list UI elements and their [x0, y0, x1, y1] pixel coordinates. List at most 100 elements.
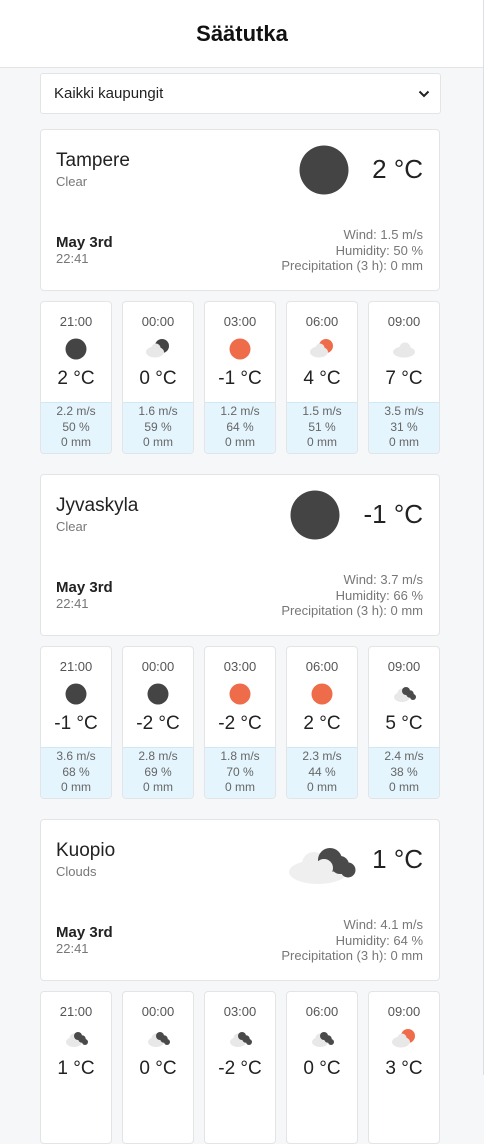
forecast-details: 1.6 m/s 59 % 0 mm	[123, 402, 193, 453]
dark-clouds-icon	[391, 682, 417, 706]
forecast-details: 3.5 m/s 31 % 0 mm	[369, 402, 439, 453]
forecast-card: 03:00 -2 °C	[204, 991, 276, 1144]
forecast-temperature: 3 °C	[385, 1058, 423, 1079]
city-name: Jyvaskyla	[56, 495, 139, 516]
forecast-row: 21:00 2 °C 2.2 m/s 50 % 0 mm 00:00 0 °C …	[40, 301, 441, 454]
forecast-humidity: 68 %	[62, 764, 90, 779]
cloud-icon	[391, 337, 417, 361]
forecast-hour: 03:00	[223, 314, 257, 329]
wind-text: Wind: 1.5 m/s	[343, 227, 423, 242]
humidity-text: Humidity: 64 %	[335, 932, 423, 948]
dark-clouds-icon	[309, 1027, 335, 1051]
forecast-temperature: 4 °C	[303, 368, 341, 389]
forecast-wind: 2.3 m/s	[302, 749, 342, 763]
humidity-text: Humidity: 66 %	[335, 587, 423, 603]
current-temperature: 1 °C	[372, 844, 423, 874]
date: May 3rd	[56, 579, 113, 596]
city-select-value: Kaikki kaupungit	[54, 85, 164, 102]
forecast-wind: 2.8 m/s	[138, 749, 178, 763]
time: 22:41	[56, 251, 89, 266]
clear-night-icon	[296, 144, 356, 196]
forecast-hour: 00:00	[141, 659, 175, 674]
city-card: Kuopio Clouds 1 °C May 3rd 22:41 Wind: 4…	[40, 819, 440, 981]
date: May 3rd	[56, 924, 113, 941]
forecast-temperature: 0 °C	[139, 368, 177, 389]
city-card: Tampere Clear 2 °C May 3rd 22:41 Wind: 1…	[40, 129, 440, 291]
clear-night-icon	[145, 682, 171, 706]
forecast-precipitation: 0 mm	[307, 780, 337, 794]
time: 22:41	[56, 941, 89, 956]
wind-text: Wind: 4.1 m/s	[343, 917, 423, 932]
forecast-details: 2.2 m/s 50 % 0 mm	[41, 402, 111, 453]
forecast-precipitation: 0 mm	[61, 780, 91, 794]
forecast-hour: 06:00	[305, 1004, 339, 1019]
forecast-details: 2.3 m/s 44 % 0 mm	[287, 747, 357, 798]
app-header: Säätutka	[0, 0, 484, 68]
forecast-precipitation: 0 mm	[389, 435, 419, 449]
clouds-icon	[288, 834, 360, 886]
forecast-card: 06:00 4 °C 1.5 m/s 51 % 0 mm	[286, 301, 358, 454]
weather-description: Clear	[56, 174, 88, 189]
forecast-humidity: 44 %	[308, 764, 336, 779]
forecast-card: 21:00 2 °C 2.2 m/s 50 % 0 mm	[40, 301, 112, 454]
forecast-details: 1.5 m/s 51 % 0 mm	[287, 402, 357, 453]
forecast-card: 06:00 0 °C	[286, 991, 358, 1144]
forecast-precipitation: 0 mm	[389, 780, 419, 794]
forecast-temperature: -1 °C	[218, 368, 262, 389]
forecast-row: 21:00 -1 °C 3.6 m/s 68 % 0 mm 00:00 -2 °…	[40, 646, 441, 799]
forecast-wind: 1.5 m/s	[302, 404, 342, 418]
weather-details: Wind: 1.5 m/s Humidity: 50 % Precipitati…	[281, 227, 423, 274]
forecast-row: 21:00 1 °C 00:00 0 °C 03:00 -2 °C 06:00 …	[40, 991, 441, 1144]
forecast-hour: 09:00	[387, 1004, 421, 1019]
forecast-details: 2.8 m/s 69 % 0 mm	[123, 747, 193, 798]
forecast-precipitation: 0 mm	[143, 435, 173, 449]
current-temperature: -1 °C	[363, 499, 423, 529]
day-partly-cloudy-icon	[309, 337, 335, 361]
forecast-hour: 03:00	[223, 659, 257, 674]
forecast-temperature: 5 °C	[385, 713, 423, 734]
current-temperature: 2 °C	[372, 154, 423, 184]
chevron-down-icon	[418, 85, 430, 102]
weather-details: Wind: 3.7 m/s Humidity: 66 % Precipitati…	[281, 572, 423, 619]
forecast-temperature: -2 °C	[136, 713, 180, 734]
city-card: Jyvaskyla Clear -1 °C May 3rd 22:41 Wind…	[40, 474, 440, 636]
forecast-precipitation: 0 mm	[307, 435, 337, 449]
weather-description: Clouds	[56, 864, 97, 879]
forecast-hour: 06:00	[305, 659, 339, 674]
humidity-text: Humidity: 50 %	[335, 242, 423, 258]
forecast-details: 2.4 m/s 38 % 0 mm	[369, 747, 439, 798]
forecast-card: 00:00 0 °C	[122, 991, 194, 1144]
forecast-card: 09:00 7 °C 3.5 m/s 31 % 0 mm	[368, 301, 440, 454]
forecast-card: 21:00 1 °C	[40, 991, 112, 1144]
forecast-details: 1.2 m/s 64 % 0 mm	[205, 402, 275, 453]
forecast-temperature: 7 °C	[385, 368, 423, 389]
forecast-hour: 06:00	[305, 314, 339, 329]
forecast-precipitation: 0 mm	[225, 435, 255, 449]
forecast-humidity: 51 %	[308, 419, 336, 434]
precipitation-text: Precipitation (3 h): 0 mm	[281, 948, 423, 963]
forecast-card: 03:00 -2 °C 1.8 m/s 70 % 0 mm	[204, 646, 276, 799]
weather-details: Wind: 4.1 m/s Humidity: 64 % Precipitati…	[281, 917, 423, 964]
app-title: Säätutka	[196, 20, 288, 46]
forecast-card: 06:00 2 °C 2.3 m/s 44 % 0 mm	[286, 646, 358, 799]
forecast-card: 09:00 3 °C	[368, 991, 440, 1144]
forecast-humidity: 38 %	[390, 764, 418, 779]
forecast-temperature: -1 °C	[54, 713, 98, 734]
day-partly-cloudy-icon	[391, 1027, 417, 1051]
clear-night-icon	[63, 337, 89, 361]
wind-text: Wind: 3.7 m/s	[343, 572, 423, 587]
sun-icon	[227, 682, 253, 706]
city-name: Kuopio	[56, 840, 116, 861]
forecast-card: 00:00 -2 °C 2.8 m/s 69 % 0 mm	[122, 646, 194, 799]
city-select[interactable]: Kaikki kaupungit	[40, 73, 441, 114]
dark-clouds-icon	[145, 1027, 171, 1051]
forecast-precipitation: 0 mm	[225, 780, 255, 794]
clear-night-icon	[287, 489, 347, 541]
forecast-humidity: 31 %	[390, 419, 418, 434]
forecast-temperature: 2 °C	[303, 713, 341, 734]
forecast-wind: 3.6 m/s	[56, 749, 96, 763]
forecast-wind: 1.2 m/s	[220, 404, 260, 418]
forecast-hour: 21:00	[59, 1004, 93, 1019]
time: 22:41	[56, 596, 89, 611]
forecast-precipitation: 0 mm	[61, 435, 91, 449]
